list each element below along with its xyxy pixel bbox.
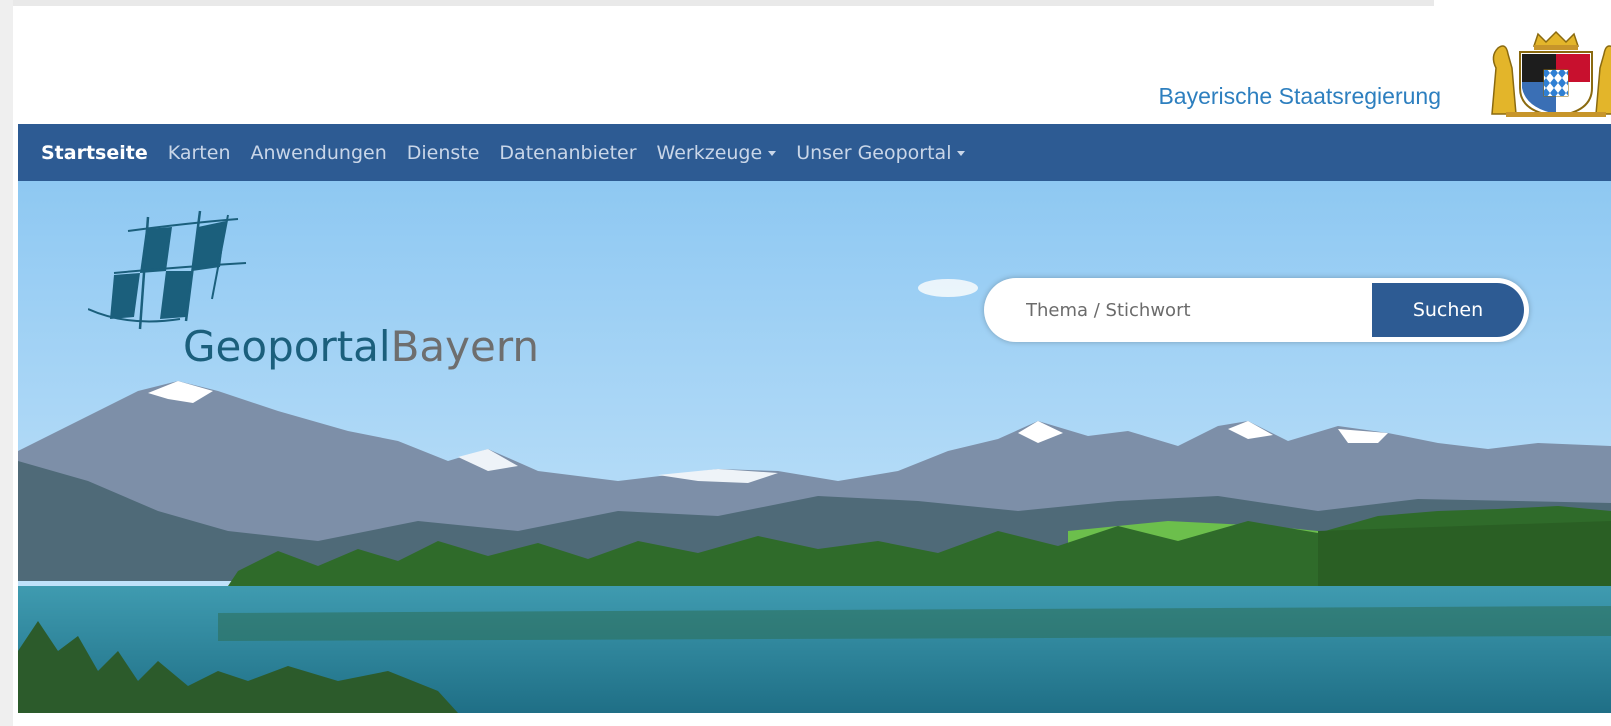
nav-item-werkzeuge[interactable]: Werkzeuge bbox=[657, 142, 777, 164]
government-name[interactable]: Bayerische Staatsregierung bbox=[1158, 83, 1441, 110]
nav-item-datenanbieter[interactable]: Datenanbieter bbox=[499, 142, 636, 164]
checkered-grid-logo-icon bbox=[88, 210, 247, 330]
caret-down-icon bbox=[957, 151, 966, 156]
search-button[interactable]: Suchen bbox=[1372, 283, 1524, 337]
search-form: Suchen bbox=[984, 278, 1529, 342]
hero-banner: GeoportalBayern Suchen bbox=[18, 181, 1611, 713]
logo-text: GeoportalBayern bbox=[183, 326, 539, 368]
bavarian-coat-of-arms-icon[interactable] bbox=[1486, 28, 1611, 118]
logo-text-bayern: Bayern bbox=[390, 322, 539, 371]
government-header: Bayerische Staatsregierung bbox=[18, 6, 1611, 124]
nav-item-karten[interactable]: Karten bbox=[168, 142, 231, 164]
search-input[interactable] bbox=[984, 278, 1372, 342]
nav-item-startseite[interactable]: Startseite bbox=[41, 142, 148, 164]
browser-left-strip bbox=[0, 0, 13, 726]
nav-item-dienste[interactable]: Dienste bbox=[407, 142, 480, 164]
main-navigation: Startseite Karten Anwendungen Dienste Da… bbox=[18, 124, 1611, 181]
nav-item-unser-geoportal[interactable]: Unser Geoportal bbox=[796, 142, 966, 164]
geoportal-bayern-logo[interactable]: GeoportalBayern bbox=[88, 209, 548, 368]
logo-text-geoportal: Geoportal bbox=[183, 322, 391, 371]
nav-item-anwendungen[interactable]: Anwendungen bbox=[250, 142, 386, 164]
caret-down-icon bbox=[768, 151, 777, 156]
